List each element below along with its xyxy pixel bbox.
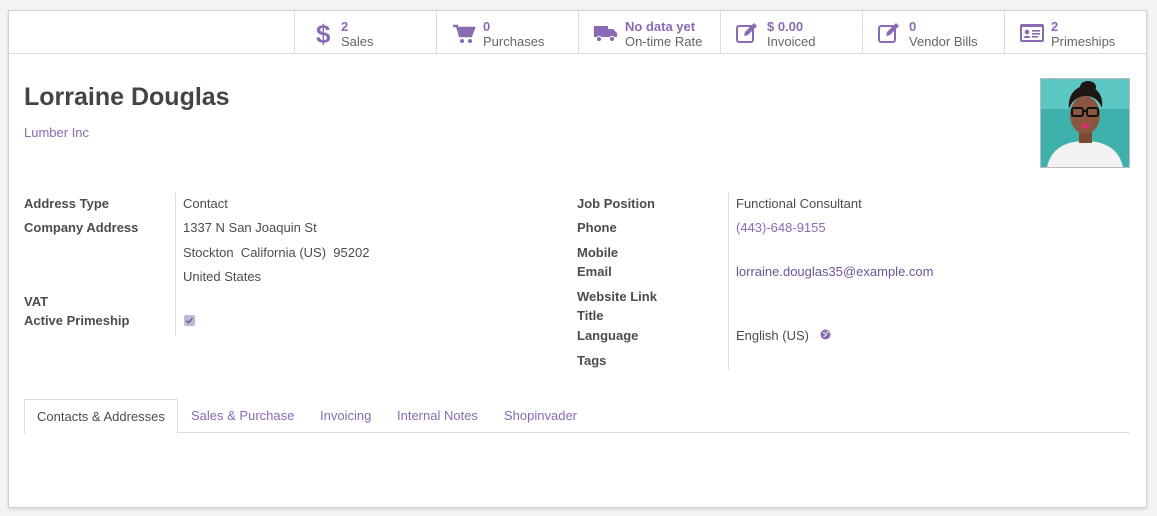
email-label: Email — [577, 264, 612, 279]
sales-count: 2 — [341, 19, 349, 34]
smart-button-box: $ 2 Sales 0 Purchases No data yet On-tim… — [9, 11, 1146, 54]
truck-icon — [593, 21, 619, 45]
active-primeship-label: Active Primeship — [24, 313, 130, 328]
invoiced-stat-button[interactable]: $ 0.00 Invoiced — [720, 11, 862, 54]
partner-form-sheet: $ 2 Sales 0 Purchases No data yet On-tim… — [8, 10, 1147, 508]
job-position-value[interactable]: Functional Consultant — [736, 196, 862, 211]
notebook-tabs: Contacts & Addresses Sales & Purchase In… — [24, 399, 1130, 434]
job-position-label: Job Position — [577, 196, 655, 211]
address-city-line[interactable]: Stockton California (US) 95202 — [183, 245, 369, 260]
company-address-label: Company Address — [24, 220, 139, 235]
on-time-rate-value: No data yet — [625, 19, 696, 34]
sales-label: Sales — [341, 34, 374, 49]
phone-label: Phone — [577, 220, 617, 235]
purchases-label: Purchases — [483, 34, 545, 49]
address-street[interactable]: 1337 N San Joaquin St — [183, 220, 317, 235]
phone-link[interactable]: (443)-648-9155 — [736, 220, 826, 235]
invoiced-amount: $ 0.00 — [767, 19, 804, 34]
avatar[interactable] — [1040, 78, 1130, 168]
address-type-value[interactable]: Contact — [183, 196, 228, 211]
id-card-icon — [1019, 21, 1045, 45]
tab-contacts-addresses[interactable]: Contacts & Addresses — [24, 399, 178, 434]
primeships-stat-button[interactable]: 2 Primeships — [1004, 11, 1148, 54]
tab-internal-notes[interactable]: Internal Notes — [385, 399, 490, 433]
partner-name: Lorraine Douglas — [24, 83, 230, 111]
tab-sales-purchase[interactable]: Sales & Purchase — [179, 399, 306, 433]
on-time-rate-stat-button[interactable]: No data yet On-time Rate — [578, 11, 720, 54]
purchases-count: 0 — [483, 19, 491, 34]
purchases-stat-button[interactable]: 0 Purchases — [436, 11, 578, 54]
address-type-label: Address Type — [24, 196, 110, 211]
dollar-icon: $ — [309, 21, 335, 45]
shopping-cart-icon — [451, 21, 477, 45]
vendor-bills-label: Vendor Bills — [909, 34, 978, 49]
edit-icon — [735, 21, 761, 45]
svg-text:$: $ — [316, 21, 331, 45]
language-value[interactable]: English (US) — [736, 328, 809, 343]
edit-icon — [877, 21, 903, 45]
on-time-rate-label: On-time Rate — [625, 34, 703, 49]
title-label: Title — [577, 308, 604, 323]
primeships-label: Primeships — [1051, 34, 1116, 49]
sales-stat-button[interactable]: $ 2 Sales — [294, 11, 436, 54]
tab-shopinvader[interactable]: Shopinvader — [492, 399, 589, 433]
language-label: Language — [577, 328, 639, 343]
vendor-bills-stat-button[interactable]: 0 Vendor Bills — [862, 11, 1004, 54]
website-link-label: Website Link — [577, 289, 657, 304]
invoiced-label: Invoiced — [767, 34, 816, 49]
primeships-count: 2 — [1051, 19, 1059, 34]
tags-label: Tags — [577, 353, 607, 368]
address-country[interactable]: United States — [183, 269, 261, 284]
right-group-divider — [728, 193, 729, 370]
mobile-label: Mobile — [577, 245, 619, 260]
parent-company-link[interactable]: Lumber Inc — [24, 125, 89, 140]
active-primeship-checkbox[interactable] — [184, 315, 195, 326]
email-link[interactable]: lorraine.douglas35@example.com — [736, 264, 933, 279]
checkmark-icon — [185, 317, 194, 324]
globe-icon[interactable] — [820, 329, 831, 340]
vendor-bills-count: 0 — [909, 19, 917, 34]
vat-label: VAT — [24, 294, 49, 309]
tab-invoicing[interactable]: Invoicing — [308, 399, 383, 433]
left-group-divider — [175, 193, 176, 336]
